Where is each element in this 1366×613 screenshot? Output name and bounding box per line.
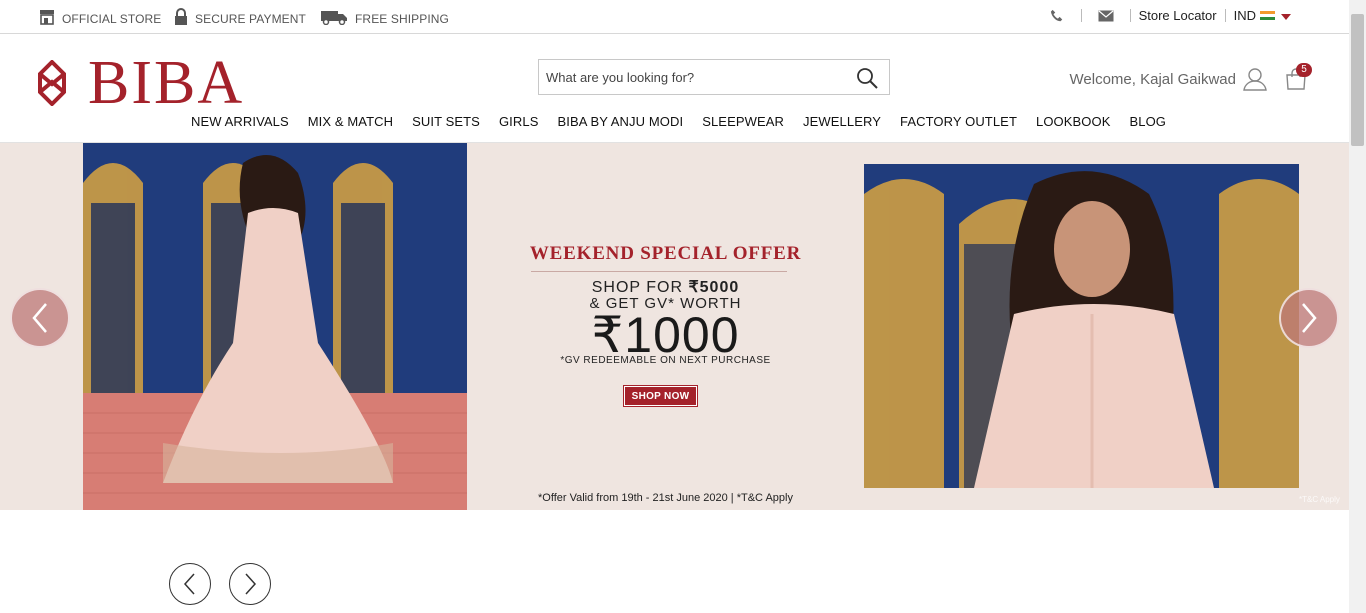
user-icon[interactable]: [1243, 67, 1267, 91]
truck-icon: [321, 10, 347, 25]
secure-payment-label: SECURE PAYMENT: [195, 12, 306, 26]
offer-line-1: SHOP FOR ₹5000: [467, 277, 864, 297]
chevron-right-icon: [1302, 303, 1317, 333]
banner-model-photo-portrait: [864, 164, 1299, 488]
header: BIBA Welcome, Kajal Gaikwad 5 NEW ARRIVA…: [0, 34, 1349, 143]
store-icon: [40, 9, 54, 25]
nav-item-jewellery[interactable]: JEWELLERY: [803, 114, 881, 129]
offer-title: WEEKEND SPECIAL OFFER: [529, 243, 802, 264]
free-shipping-label: FREE SHIPPING: [355, 12, 449, 26]
nav-item-biba-by-anju-modi[interactable]: BIBA BY ANJU MODI: [557, 114, 683, 129]
mail-icon[interactable]: [1098, 9, 1114, 23]
phone-icon[interactable]: [1049, 9, 1065, 23]
cart-count-badge: 5: [1296, 63, 1312, 77]
banner-model-photo-full: [83, 143, 467, 510]
welcome-message: Welcome, Kajal Gaikwad: [1069, 71, 1236, 88]
offer-divider: [531, 271, 787, 272]
offer-line-1-amount: ₹5000: [688, 279, 740, 296]
chevron-left-icon: [32, 303, 47, 333]
carousel-next-button[interactable]: [229, 563, 271, 605]
secure-payment: SECURE PAYMENT: [174, 7, 306, 26]
divider: [1224, 9, 1226, 22]
nav-item-girls[interactable]: GIRLS: [499, 114, 539, 129]
search-input[interactable]: [539, 60, 839, 94]
nav-item-suit-sets[interactable]: SUIT SETS: [412, 114, 480, 129]
nav-item-mix-match[interactable]: MIX & MATCH: [308, 114, 393, 129]
nav-item-blog[interactable]: BLOG: [1129, 114, 1166, 129]
carousel-prev-button[interactable]: [169, 563, 211, 605]
official-store-label: OFFICIAL STORE: [62, 12, 162, 26]
nav-item-lookbook[interactable]: LOOKBOOK: [1036, 114, 1111, 129]
india-flag-icon: [1260, 10, 1275, 21]
currency-selector[interactable]: IND: [1234, 8, 1291, 23]
brand-name: BIBA: [88, 49, 245, 117]
chevron-down-icon: [1281, 13, 1291, 20]
chevron-left-icon: [183, 573, 195, 595]
top-bar: OFFICIAL STORE SECURE PAYMENT FREE SHIPP…: [0, 0, 1349, 34]
nav-item-sleepwear[interactable]: SLEEPWEAR: [702, 114, 784, 129]
currency-label: IND: [1233, 8, 1256, 23]
offer-panel: WEEKEND SPECIAL OFFER SHOP FOR ₹5000 & G…: [467, 143, 864, 510]
free-shipping: FREE SHIPPING: [320, 7, 449, 26]
hero-banner[interactable]: WEEKEND SPECIAL OFFER SHOP FOR ₹5000 & G…: [0, 143, 1349, 510]
nav-item-new-arrivals[interactable]: NEW ARRIVALS: [191, 114, 289, 129]
logo[interactable]: BIBA: [38, 52, 244, 114]
biba-emblem-icon: [38, 60, 66, 106]
nav-item-factory-outlet[interactable]: FACTORY OUTLET: [900, 114, 1017, 129]
store-locator-link[interactable]: Store Locator: [1139, 8, 1217, 23]
banner-prev-button[interactable]: [10, 288, 70, 348]
offer-line-1-prefix: SHOP FOR: [591, 279, 689, 296]
search-box: [538, 59, 890, 95]
official-store: OFFICIAL STORE: [39, 7, 161, 26]
banner-next-button[interactable]: [1279, 288, 1339, 348]
shop-now-button[interactable]: SHOP NOW: [623, 385, 698, 407]
lock-icon: [175, 7, 187, 25]
offer-validity: *Offer Valid from 19th - 21st June 2020 …: [538, 492, 793, 504]
offer-note: *GV REDEEMABLE ON NEXT PURCHASE: [560, 355, 771, 366]
divider: [1080, 9, 1082, 22]
scrollbar-thumb[interactable]: [1351, 14, 1364, 146]
divider: [1129, 9, 1131, 22]
search-icon[interactable]: [856, 67, 878, 89]
chevron-right-icon: [245, 573, 257, 595]
tc-note: *T&C Apply: [1299, 495, 1340, 504]
top-bar-right: Store Locator IND: [1041, 8, 1291, 23]
main-nav: NEW ARRIVALS MIX & MATCH SUIT SETS GIRLS…: [0, 114, 1349, 129]
